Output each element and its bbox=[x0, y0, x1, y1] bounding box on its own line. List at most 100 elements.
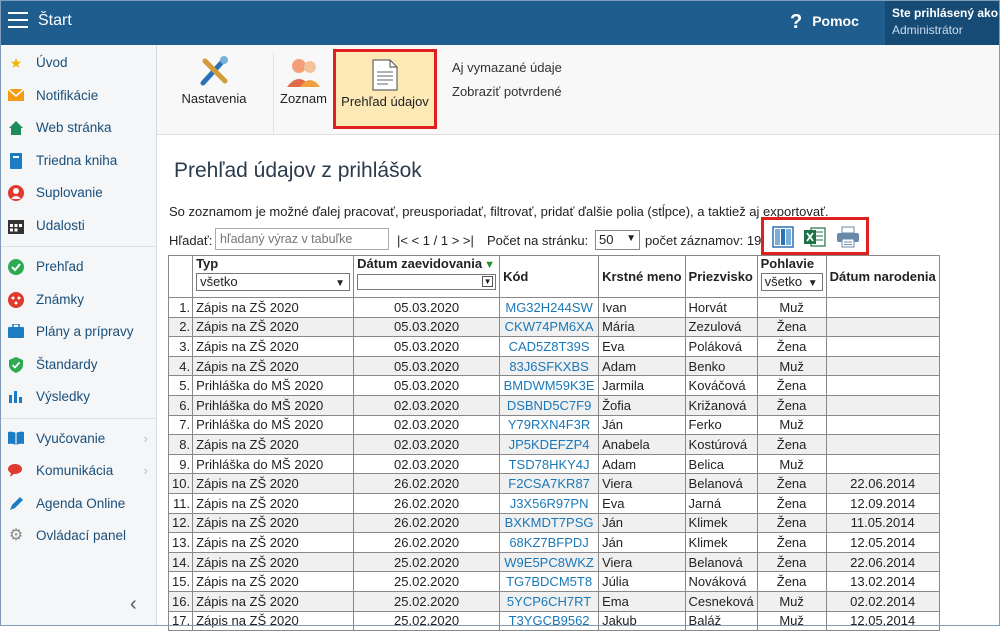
cell-code[interactable]: JP5KDEFZP4 bbox=[499, 434, 600, 455]
cell-code[interactable]: DSBND5C7F9 bbox=[499, 394, 600, 416]
date-filter-box[interactable]: ▼ bbox=[357, 274, 497, 290]
show-confirmed-link[interactable]: Zobraziť potvrdené bbox=[452, 80, 562, 104]
collapse-sidebar-icon[interactable]: ‹ bbox=[130, 593, 137, 616]
cell-code[interactable]: TG7BDCM5T8 bbox=[499, 571, 600, 592]
table-row[interactable]: 8. Zápis na ZŠ 2020 02.03.2020 JP5KDEFZP4 An… bbox=[167, 434, 940, 455]
table-row[interactable]: 11. Zápis na ZŠ 2020 26.02.2020 J3X56R97PN E… bbox=[167, 492, 940, 514]
cell-code[interactable]: F2CSA7KR87 bbox=[499, 473, 600, 494]
sidebar-item-udalosti[interactable]: Udalosti bbox=[0, 210, 156, 243]
cell-first-name: Jakub bbox=[598, 610, 686, 631]
cell-type: Zápis na ZŠ 2020 bbox=[192, 336, 355, 357]
table-row[interactable]: 5. Prihláška do MŠ 2020 05.03.2020 BMDWM59K… bbox=[167, 375, 940, 396]
cell-code[interactable]: 68KZ7BFPDJ bbox=[499, 532, 600, 553]
user-box[interactable]: Ste prihlásený ako Administrátor bbox=[885, 0, 1000, 45]
list-button[interactable]: Zoznam bbox=[273, 53, 333, 133]
per-page-select[interactable]: 50 ▼ bbox=[595, 230, 640, 250]
table-row[interactable]: 15. Zápis na ZŠ 2020 25.02.2020 TG7BDCM5T8 J… bbox=[167, 571, 940, 592]
table-row[interactable]: 1. Zápis na ZŠ 2020 05.03.2020 MG32H244SW Iv… bbox=[167, 297, 940, 318]
header-first-name[interactable]: Krstné meno bbox=[598, 255, 686, 298]
header-type[interactable]: Typ všetko ▼ bbox=[192, 255, 355, 298]
cell-code[interactable]: T3YGCB9562 bbox=[499, 610, 600, 631]
cell-code[interactable]: TSD78HKY4J bbox=[499, 453, 600, 475]
table-row[interactable]: 17. Zápis na ZŠ 2020 25.02.2020 T3YGCB9562 J… bbox=[167, 610, 940, 631]
cell-birth-date bbox=[825, 394, 940, 416]
cell-first-name: Eva bbox=[598, 336, 686, 357]
row-number: 5. bbox=[167, 375, 194, 396]
show-deleted-link[interactable]: Aj vymazané údaje bbox=[452, 56, 562, 80]
sidebar-item-vysledky[interactable]: Výsledky bbox=[0, 381, 156, 414]
cell-code[interactable]: CAD5Z8T39S bbox=[499, 336, 600, 357]
cell-code[interactable]: MG32H244SW bbox=[499, 297, 600, 318]
sidebar-item-standardy[interactable]: Štandardy bbox=[0, 349, 156, 382]
header-date-label: Dátum zaevidovania bbox=[357, 256, 483, 271]
help-button[interactable]: ? Pomoc bbox=[790, 11, 859, 34]
settings-button[interactable]: Nastavenia bbox=[179, 53, 249, 106]
row-number: 8. bbox=[167, 434, 194, 455]
pager[interactable]: |< < 1 / 1 > >| bbox=[397, 233, 474, 248]
cell-code[interactable]: 5YCP6CH7RT bbox=[499, 590, 600, 612]
row-number: 6. bbox=[167, 394, 194, 416]
sidebar-item-komunikacia[interactable]: Komunikácia › bbox=[0, 455, 156, 488]
cell-first-name: Jarmila bbox=[598, 375, 686, 396]
cell-birth-date: 22.06.2014 bbox=[825, 473, 940, 494]
header-sex-label: Pohlavie bbox=[760, 256, 815, 271]
chat-icon bbox=[8, 463, 24, 479]
search-input[interactable] bbox=[215, 228, 389, 250]
cell-date: 05.03.2020 bbox=[353, 375, 501, 396]
table-row[interactable]: 10. Zápis na ZŠ 2020 26.02.2020 F2CSA7KR87 V… bbox=[167, 473, 940, 494]
columns-icon[interactable] bbox=[772, 226, 794, 248]
table-row[interactable]: 2. Zápis na ZŠ 2020 05.03.2020 CKW74PM6XA Má… bbox=[167, 316, 940, 338]
cell-code[interactable]: BXKMDT7PSG bbox=[499, 512, 600, 534]
print-icon[interactable] bbox=[836, 226, 859, 248]
sidebar-item-uvod[interactable]: ★ Úvod bbox=[0, 47, 156, 80]
type-filter-select[interactable]: všetko ▼ bbox=[196, 273, 351, 291]
cell-code[interactable]: Y79RXN4F3R bbox=[499, 414, 600, 436]
header-code[interactable]: Kód bbox=[499, 255, 600, 298]
book-icon bbox=[8, 152, 24, 169]
cell-code[interactable]: 83J6SFKXBS bbox=[499, 355, 600, 377]
sidebar-item-web[interactable]: Web stránka bbox=[0, 112, 156, 145]
calendar-icon bbox=[8, 218, 24, 234]
sidebar-item-ovladaci-panel[interactable]: ⚙ Ovládací panel bbox=[0, 520, 156, 553]
sex-filter-select[interactable]: všetko ▼ bbox=[760, 273, 823, 291]
table-row[interactable]: 4. Zápis na ZŠ 2020 05.03.2020 83J6SFKXBS Ad… bbox=[167, 355, 940, 377]
excel-icon[interactable] bbox=[804, 226, 826, 248]
sidebar-item-notifikacie[interactable]: Notifikácie bbox=[0, 80, 156, 113]
header-date[interactable]: Dátum zaevidovania ▼ ▼ bbox=[353, 255, 501, 298]
table-row[interactable]: 13. Zápis na ZŠ 2020 26.02.2020 68KZ7BFPDJ J… bbox=[167, 532, 940, 553]
sidebar-item-vyucovanie[interactable]: Vyučovanie › bbox=[0, 423, 156, 456]
overview-button[interactable]: Prehľad údajov bbox=[333, 49, 437, 129]
sidebar-item-suplovanie[interactable]: Suplovanie bbox=[0, 177, 156, 210]
table-row[interactable]: 6. Prihláška do MŠ 2020 02.03.2020 DSBND5C7… bbox=[167, 394, 940, 416]
cell-last-name: Benko bbox=[684, 355, 758, 377]
table-row[interactable]: 9. Prihláška do MŠ 2020 02.03.2020 TSD78HKY… bbox=[167, 453, 940, 475]
table-row[interactable]: 16. Zápis na ZŠ 2020 25.02.2020 5YCP6CH7RT E… bbox=[167, 590, 940, 612]
sidebar-item-znamky[interactable]: Známky bbox=[0, 284, 156, 317]
sidebar-item-label: Známky bbox=[36, 291, 85, 307]
cell-code[interactable]: CKW74PM6XA bbox=[499, 316, 600, 338]
table-row[interactable]: 14. Zápis na ZŠ 2020 25.02.2020 W9E5PC8WKZ V… bbox=[167, 551, 940, 573]
sidebar-item-triedna-kniha[interactable]: Triedna kniha bbox=[0, 145, 156, 178]
app-title[interactable]: Štart bbox=[38, 12, 72, 30]
record-count: počet záznamov: 19 bbox=[645, 233, 762, 248]
cell-code[interactable]: J3X56R97PN bbox=[499, 492, 600, 514]
header-last-name[interactable]: Priezvisko bbox=[684, 255, 758, 298]
table-row[interactable]: 3. Zápis na ZŠ 2020 05.03.2020 CAD5Z8T39S Ev… bbox=[167, 336, 940, 357]
header-birth-date[interactable]: Dátum narodenia bbox=[825, 255, 940, 298]
table-row[interactable]: 7. Prihláška do MŠ 2020 02.03.2020 Y79RXN4F… bbox=[167, 414, 940, 436]
document-icon bbox=[336, 56, 434, 94]
cell-code[interactable]: BMDWM59K3E bbox=[499, 375, 600, 396]
menu-icon[interactable] bbox=[8, 12, 28, 28]
person-icon bbox=[8, 185, 24, 201]
table-row[interactable]: 12. Zápis na ZŠ 2020 26.02.2020 BXKMDT7PSG J… bbox=[167, 512, 940, 534]
header-sex[interactable]: Pohlavie všetko ▼ bbox=[756, 255, 827, 298]
cell-birth-date: 11.05.2014 bbox=[825, 512, 940, 534]
open-book-icon bbox=[8, 431, 24, 447]
row-number: 16. bbox=[167, 590, 194, 612]
cell-first-name: Eva bbox=[598, 492, 686, 514]
sidebar-item-plany[interactable]: Plány a prípravy bbox=[0, 316, 156, 349]
filter-icon[interactable]: ▼ bbox=[482, 276, 494, 287]
sidebar-item-prehlad[interactable]: Prehľad bbox=[0, 251, 156, 284]
sidebar-item-agenda[interactable]: Agenda Online bbox=[0, 488, 156, 521]
cell-code[interactable]: W9E5PC8WKZ bbox=[499, 551, 600, 573]
